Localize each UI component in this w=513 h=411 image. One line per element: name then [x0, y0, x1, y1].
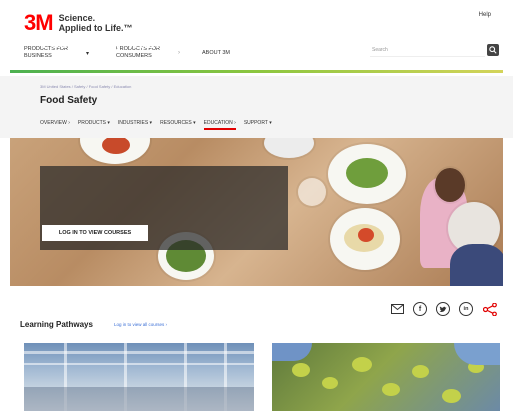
- factory-image: [24, 363, 254, 365]
- tab-label: OVERVIEW: [40, 120, 67, 126]
- tagline: Science. Applied to Life.™: [59, 13, 133, 33]
- search-input[interactable]: Search: [370, 43, 485, 57]
- section-nav: OVERVIEW › PRODUCTS ▾ INDUSTRIES ▾ RESOU…: [40, 120, 280, 130]
- factory-image: [24, 351, 254, 354]
- breadcrumb[interactable]: 3M United States / Safety / Food Safety …: [40, 84, 131, 89]
- glove-image: [454, 343, 500, 365]
- linkedin-icon: in: [463, 306, 469, 312]
- tab-support[interactable]: SUPPORT ▾: [244, 120, 272, 126]
- twitter-share-button[interactable]: [436, 302, 450, 316]
- view-all-courses-link[interactable]: Log in to view all courses ›: [114, 322, 167, 327]
- produce-card[interactable]: [272, 343, 500, 411]
- section-header: 3M United States / Safety / Food Safety …: [0, 76, 513, 138]
- tab-education[interactable]: EDUCATION ›: [203, 120, 236, 130]
- chevron-right-icon[interactable]: ›: [178, 50, 202, 56]
- person-image: [450, 244, 503, 286]
- tab-label: EDUCATION: [203, 120, 233, 126]
- twitter-icon: [439, 306, 447, 312]
- tab-overview[interactable]: OVERVIEW ›: [40, 120, 70, 126]
- share-button[interactable]: [482, 302, 498, 316]
- email-share-button[interactable]: [390, 302, 404, 316]
- produce-image: [442, 389, 461, 403]
- tab-label: SUPPORT: [243, 120, 268, 126]
- nav-about-3m[interactable]: ABOUT 3M: [202, 50, 252, 57]
- tagline-line2: Applied to Life.™: [58, 23, 133, 33]
- plate-image: [328, 144, 406, 204]
- hero-title: Food Safety Training: [42, 35, 181, 51]
- glove-image: [272, 343, 312, 361]
- plate-image: [330, 208, 400, 270]
- hero-banner: [10, 138, 503, 286]
- logo[interactable]: 3M Science. Applied to Life.™: [24, 10, 133, 36]
- tab-industries[interactable]: INDUSTRIES ▾: [118, 120, 152, 126]
- share-icon: [483, 302, 497, 316]
- tab-label: PRODUCTS: [77, 120, 106, 126]
- tagline-line1: Science.: [58, 13, 96, 23]
- facebook-icon: f: [418, 305, 422, 313]
- factory-floor-image: [24, 387, 254, 411]
- glass-image: [298, 178, 326, 206]
- factory-card[interactable]: [24, 343, 254, 411]
- facebook-share-button[interactable]: f: [413, 302, 427, 316]
- produce-image: [352, 357, 372, 372]
- learning-pathways-title: Learning Pathways: [20, 320, 93, 329]
- tab-products[interactable]: PRODUCTS ▾: [78, 120, 110, 126]
- page-title: Food Safety: [40, 95, 98, 106]
- hero-description: 3M® Health Care Academy is a comprehensi…: [42, 57, 270, 68]
- produce-image: [292, 363, 310, 377]
- produce-image: [322, 377, 338, 389]
- search-button[interactable]: [487, 44, 499, 56]
- tab-resources[interactable]: RESOURCES ▾: [160, 120, 196, 126]
- login-courses-button[interactable]: LOG IN TO VIEW COURSES: [42, 225, 148, 241]
- produce-image: [382, 383, 400, 396]
- person-head-image: [435, 168, 465, 202]
- linkedin-share-button[interactable]: in: [459, 302, 473, 316]
- logo-mark[interactable]: 3M: [24, 10, 54, 36]
- email-icon: [390, 304, 404, 314]
- plate-image: [80, 138, 150, 164]
- tab-label: RESOURCES: [160, 120, 192, 126]
- help-link[interactable]: Help: [479, 12, 491, 18]
- plate-image: [264, 138, 314, 158]
- search-icon: [489, 46, 497, 54]
- accent-divider: [10, 70, 503, 73]
- produce-image: [412, 365, 429, 378]
- tab-label: INDUSTRIES: [117, 120, 149, 126]
- nav-label-line1: ABOUT 3M: [202, 49, 231, 56]
